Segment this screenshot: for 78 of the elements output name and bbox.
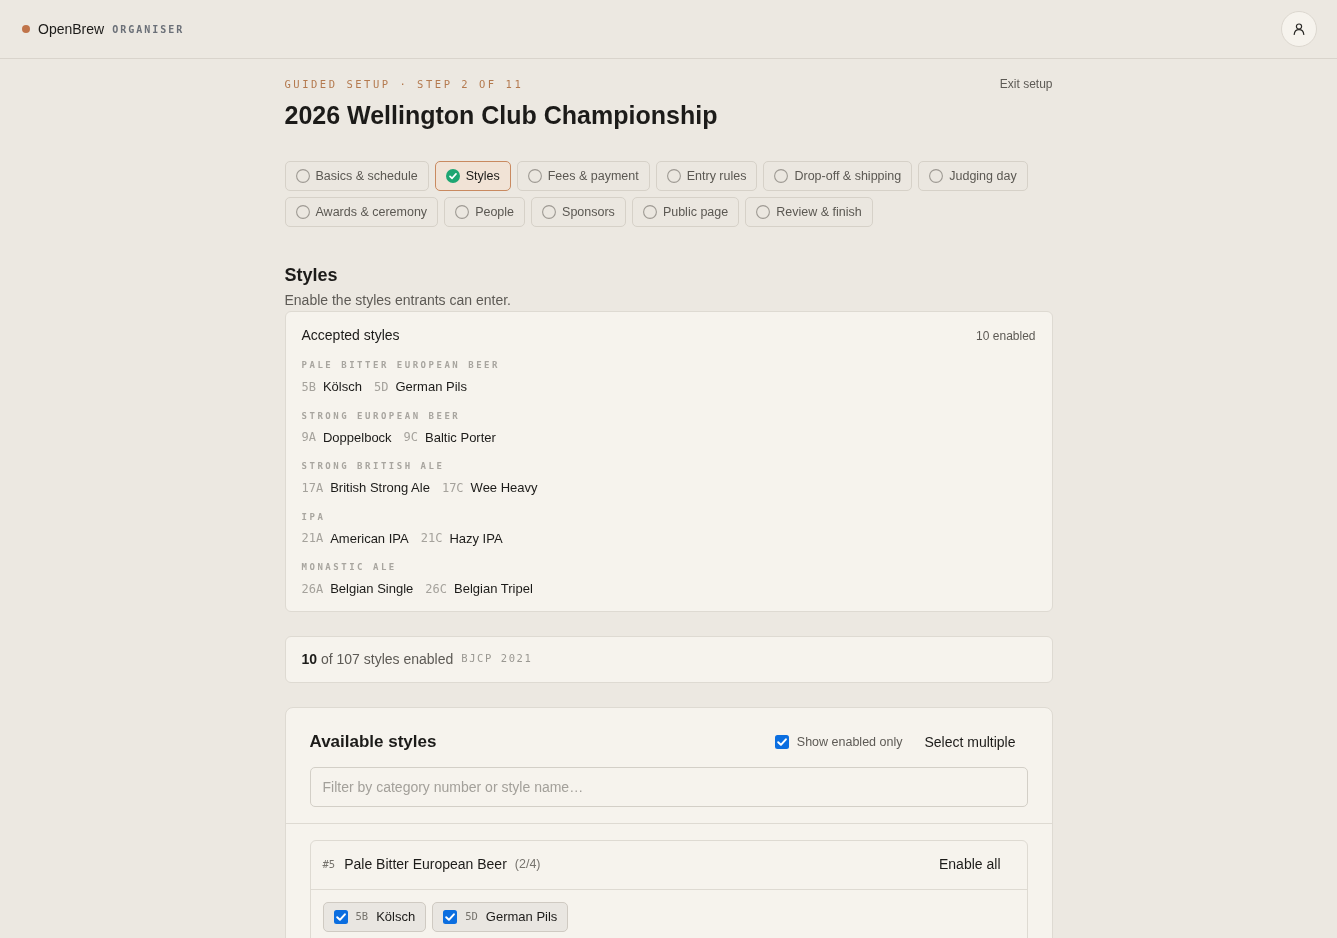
circle-icon	[642, 205, 657, 219]
circle-icon	[774, 169, 789, 183]
circle-icon	[455, 205, 470, 219]
style-name: German Pils	[485, 907, 558, 926]
style-name: Hazy IPA	[449, 529, 503, 548]
style-chip[interactable]: 5B Kölsch	[322, 901, 427, 932]
step-tab[interactable]: Basics & schedule	[284, 161, 429, 191]
card-title: Accepted styles	[301, 326, 400, 345]
style-code: 5B	[301, 378, 316, 396]
guide-version: BJCP 2021	[461, 651, 533, 667]
style-code: 17A	[301, 479, 324, 497]
checkbox[interactable]	[333, 909, 348, 924]
step-eyebrow: GUIDED SETUP · STEP 2 OF 11	[284, 77, 524, 91]
enabled-count: 10 enabled	[976, 327, 1036, 345]
style-chip[interactable]: 5D German Pils	[432, 901, 569, 932]
card-title: Available styles	[309, 731, 437, 754]
style-code: 26A	[301, 580, 324, 598]
category-count: (2/4)	[514, 856, 541, 874]
step-tab[interactable]: People	[444, 197, 526, 227]
style-name: American IPA	[330, 529, 409, 548]
style-code: 21C	[420, 530, 443, 548]
step-tab[interactable]: Styles	[434, 161, 511, 191]
category-heading: IPA	[301, 510, 327, 523]
brand-name: OpenBrew	[38, 19, 105, 39]
brand-dot-icon	[22, 25, 30, 33]
checkbox-label: Show enabled only	[796, 733, 903, 751]
step-tab[interactable]: Review & finish	[745, 197, 873, 227]
style-code: 5D	[465, 908, 478, 924]
circle-icon	[295, 205, 310, 219]
style-name: Baltic Porter	[425, 428, 496, 447]
step-tab[interactable]: Fees & payment	[516, 161, 650, 191]
step-tab[interactable]: Awards & ceremony	[284, 197, 439, 227]
style-code: 5B	[355, 908, 369, 924]
step-tab[interactable]: Sponsors	[531, 197, 626, 227]
style-code: 9A	[301, 429, 316, 447]
check-circle-icon	[445, 169, 460, 183]
circle-icon	[542, 205, 557, 219]
category-name: Pale Bitter European Beer	[344, 855, 507, 874]
style-name: Wee Heavy	[470, 479, 538, 497]
style-name: British Strong Ale	[330, 479, 430, 497]
style-name: German Pils	[395, 378, 467, 396]
style-code: 21A	[301, 530, 324, 548]
style-code: 9C	[403, 429, 419, 447]
enable-all-button[interactable]: Enable all	[925, 850, 1015, 879]
styles-enabled-summary: 10 of 107 styles enabled	[301, 649, 454, 669]
circle-icon	[756, 205, 771, 219]
circle-icon	[929, 169, 944, 183]
style-name: Kölsch	[376, 907, 416, 926]
category-heading: STRONG EUROPEAN BEER	[301, 409, 462, 422]
checkbox[interactable]	[774, 735, 789, 749]
style-name: Belgian Single	[330, 580, 414, 598]
category-number: #5	[322, 856, 336, 872]
exit-setup-link[interactable]: Exit setup	[999, 77, 1053, 91]
filter-field[interactable]: Filter by category number or style name…	[309, 766, 1028, 807]
step-tab[interactable]: Public page	[631, 197, 740, 227]
circle-icon	[295, 169, 310, 183]
category-heading: MONASTIC ALE	[301, 561, 398, 573]
step-tab[interactable]: Judging day	[918, 161, 1028, 191]
checkbox[interactable]	[443, 909, 458, 924]
step-tab[interactable]: Drop-off & shipping	[763, 161, 913, 191]
section-description: Enable the styles entrants can enter.	[284, 291, 512, 309]
style-code: 5D	[374, 378, 389, 396]
circle-icon	[527, 169, 542, 183]
step-tab[interactable]: Entry rules	[655, 161, 758, 191]
style-name: Kölsch	[322, 378, 362, 396]
style-code: 26C	[425, 580, 447, 598]
select-multiple-button[interactable]: Select multiple	[912, 727, 1028, 757]
account-button[interactable]	[1281, 11, 1317, 47]
user-icon	[1293, 23, 1305, 35]
page-title: 2026 Wellington Club Championship	[284, 100, 719, 131]
role-label: ORGANISER	[112, 22, 185, 37]
category-heading: PALE BITTER EUROPEAN BEER	[301, 359, 501, 371]
style-code: 17C	[441, 479, 464, 497]
section-title: Styles	[284, 264, 339, 287]
category-heading: STRONG BRITISH ALE	[301, 460, 446, 472]
circle-icon	[666, 169, 681, 183]
style-name: Belgian Tripel	[454, 580, 533, 598]
style-name: Doppelbock	[322, 428, 392, 447]
